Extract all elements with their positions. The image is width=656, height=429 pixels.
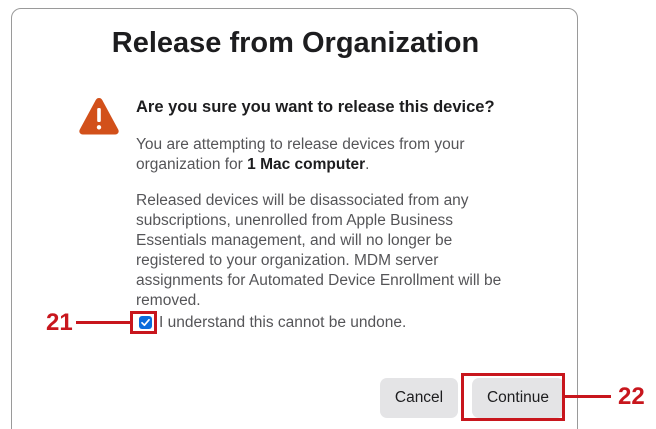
release-description-suffix: . [365, 156, 370, 173]
continue-callout-line [565, 395, 611, 398]
understand-checkbox-label[interactable]: I understand this cannot be undone. [159, 314, 406, 332]
checkbox-callout-box [130, 311, 157, 334]
release-description: You are attempting to release devices fr… [136, 135, 521, 175]
release-dialog: Release from Organization Are you sure y… [11, 8, 578, 429]
checkbox-callout-line [76, 321, 131, 324]
release-consequences: Released devices will be disassociated f… [136, 192, 502, 309]
screenshot-stage: Release from Organization Are you sure y… [0, 0, 656, 429]
continue-callout-number: 22 [618, 383, 645, 410]
checkbox-callout-number: 21 [46, 309, 73, 336]
warning-triangle-icon [78, 96, 120, 136]
continue-callout-box [461, 373, 565, 421]
confirmation-question: Are you sure you want to release this de… [136, 98, 495, 116]
cancel-button[interactable]: Cancel [380, 378, 458, 418]
dialog-title: Release from Organization [111, 27, 480, 59]
device-count: 1 Mac computer [247, 156, 366, 173]
